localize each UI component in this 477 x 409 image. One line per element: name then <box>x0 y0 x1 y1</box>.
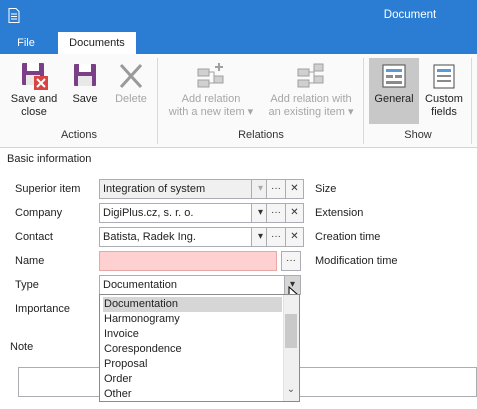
ribbon-separator <box>471 58 472 144</box>
save-and-close-label-2: close <box>21 106 47 118</box>
type-select[interactable]: Documentation <box>99 275 285 295</box>
window-title: Document <box>383 9 437 21</box>
custom-fields-button[interactable]: Custom fields <box>421 58 467 124</box>
tab-file[interactable]: File <box>7 32 45 54</box>
contact-field[interactable]: Batista, Radek Ing. <box>99 227 252 247</box>
type-option-invoice[interactable]: Invoice <box>103 327 282 342</box>
add-relation-existing-button[interactable]: Add relation with an existing item ▾ <box>263 58 359 124</box>
type-option-order[interactable]: Order <box>103 372 282 387</box>
save-and-close-button[interactable]: Save and close <box>5 58 63 124</box>
company-ellipsis-button[interactable]: ··· <box>266 203 286 223</box>
type-option-other[interactable]: Other <box>103 387 282 402</box>
general-layout-icon <box>382 64 406 88</box>
type-label: Type <box>15 279 39 291</box>
type-dropdown-list: Documentation Harmonogramy Invoice Cores… <box>99 294 300 402</box>
delete-x-icon <box>119 63 143 89</box>
delete-label: Delete <box>115 93 147 105</box>
modification-time-label: Modification time <box>315 255 398 267</box>
note-label: Note <box>10 341 34 353</box>
save-icon <box>74 64 96 86</box>
add-relation-existing-icon <box>297 63 324 88</box>
delete-button[interactable]: Delete <box>109 58 153 124</box>
custom-fields-label-2: fields <box>431 106 457 118</box>
superior-item-field[interactable]: Integration of system <box>99 179 252 199</box>
name-label: Name <box>15 255 45 267</box>
dropdown-scroll-thumb[interactable] <box>285 314 297 348</box>
tab-documents[interactable]: Documents <box>58 32 136 54</box>
creation-time-label: Creation time <box>315 231 381 243</box>
contact-clear-button[interactable]: ✕ <box>285 227 304 247</box>
contact-label: Contact <box>15 231 53 243</box>
superior-item-clear-button[interactable]: ✕ <box>285 179 304 199</box>
company-clear-button[interactable]: ✕ <box>285 203 304 223</box>
type-option-documentation[interactable]: Documentation <box>103 297 282 312</box>
add-relation-new-label-2: with a new item ▾ <box>168 106 254 118</box>
save-and-close-label-1: Save and <box>10 93 58 105</box>
add-relation-new-button[interactable]: Add relation with a new item ▾ <box>163 58 259 124</box>
general-label: General <box>374 93 414 105</box>
superior-item-label: Superior item <box>15 183 81 195</box>
scroll-down-arrow-icon[interactable]: ⌄ <box>285 385 297 397</box>
importance-label: Importance <box>15 303 71 315</box>
add-relation-new-icon <box>197 63 224 88</box>
custom-fields-icon <box>433 64 455 89</box>
company-label: Company <box>15 207 63 219</box>
add-relation-new-label-1: Add relation <box>181 93 241 105</box>
ribbon-separator <box>363 58 364 144</box>
save-button[interactable]: Save <box>65 58 105 124</box>
custom-fields-label-1: Custom <box>425 93 463 105</box>
general-button[interactable]: General <box>369 58 419 124</box>
save-close-icon <box>22 63 48 90</box>
section-title: Basic information <box>7 153 92 165</box>
add-relation-existing-label-2: an existing item ▾ <box>268 106 354 118</box>
contact-ellipsis-button[interactable]: ··· <box>266 227 286 247</box>
save-label: Save <box>72 93 98 105</box>
add-relation-existing-label-1: Add relation with <box>270 93 352 105</box>
size-label: Size <box>315 183 337 195</box>
ribbon-separator <box>157 58 158 144</box>
group-label-show: Show <box>404 129 432 141</box>
type-option-corespondence[interactable]: Corespondence <box>103 342 282 357</box>
type-option-proposal[interactable]: Proposal <box>103 357 282 372</box>
company-field[interactable]: DigiPlus.cz, s. r. o. <box>99 203 252 223</box>
type-option-harmonogramy[interactable]: Harmonogramy <box>103 312 282 327</box>
group-label-relations: Relations <box>238 129 284 141</box>
name-ellipsis-button[interactable]: ··· <box>281 251 301 271</box>
superior-item-ellipsis-button[interactable]: ··· <box>266 179 286 199</box>
extension-label: Extension <box>315 207 364 219</box>
group-label-actions: Actions <box>60 129 98 141</box>
name-input[interactable] <box>99 251 277 271</box>
document-icon <box>8 8 20 23</box>
